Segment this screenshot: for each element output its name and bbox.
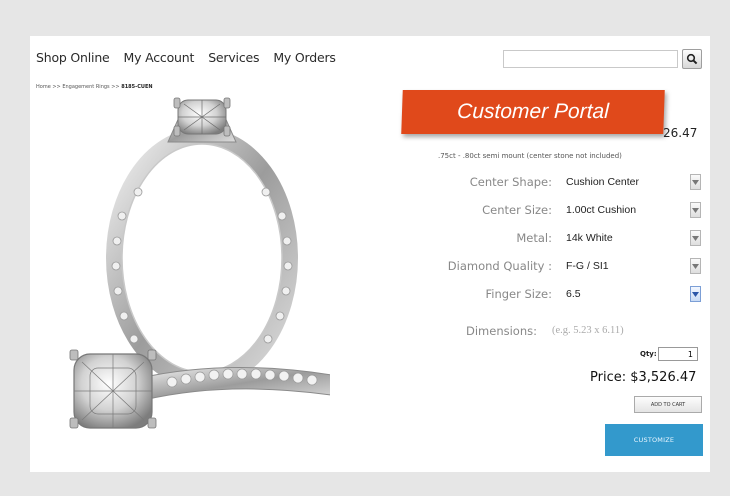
dropdown-arrow-icon[interactable] bbox=[690, 286, 701, 302]
nav-services[interactable]: Services bbox=[208, 50, 259, 65]
diamond-quality-select[interactable]: F-G / SI1 bbox=[566, 260, 609, 272]
search-input[interactable] bbox=[503, 50, 678, 68]
option-label: Center Shape: bbox=[469, 175, 552, 189]
dropdown-arrow-icon[interactable] bbox=[690, 174, 701, 190]
qty-input[interactable] bbox=[658, 347, 698, 361]
search-button[interactable] bbox=[682, 49, 702, 69]
add-to-cart-button[interactable]: ADD TO CART bbox=[634, 396, 702, 413]
product-panel: Shop Online My Account Services My Order… bbox=[30, 36, 710, 472]
breadcrumb: Home >> Engagement Rings >> 8185-CUEN bbox=[36, 84, 153, 90]
breadcrumb-section[interactable]: Engagement Rings bbox=[62, 84, 109, 90]
breadcrumb-home[interactable]: Home bbox=[36, 84, 51, 90]
dimensions-label: Dimensions: bbox=[466, 324, 537, 338]
option-center-size: Center Size: 1.00ct Cushion bbox=[410, 201, 708, 219]
nav-shop-online[interactable]: Shop Online bbox=[36, 50, 110, 65]
option-metal: Metal: 14k White bbox=[410, 229, 708, 247]
dropdown-arrow-icon[interactable] bbox=[690, 202, 701, 218]
nav-my-account[interactable]: My Account bbox=[124, 50, 195, 65]
breadcrumb-current: 8185-CUEN bbox=[121, 84, 153, 90]
dropdown-arrow-icon[interactable] bbox=[690, 258, 701, 274]
option-label: Metal: bbox=[516, 231, 552, 245]
search-icon bbox=[686, 53, 698, 65]
customer-portal-banner: Customer Portal bbox=[401, 90, 665, 134]
option-diamond-quality: Diamond Quality : F-G / SI1 bbox=[410, 257, 708, 275]
nav-my-orders[interactable]: My Orders bbox=[273, 50, 336, 65]
top-nav: Shop Online My Account Services My Order… bbox=[36, 50, 336, 65]
total-price: Price: $3,526.47 bbox=[590, 370, 697, 385]
dropdown-arrow-icon[interactable] bbox=[690, 230, 701, 246]
option-label: Center Size: bbox=[482, 203, 552, 217]
option-finger-size: Finger Size: 6.5 bbox=[410, 285, 708, 303]
ring-image bbox=[69, 97, 330, 429]
option-label: Finger Size: bbox=[485, 287, 552, 301]
customize-button[interactable]: CUSTOMIZE bbox=[605, 424, 703, 456]
finger-size-select[interactable]: 6.5 bbox=[566, 288, 581, 300]
metal-select[interactable]: 14k White bbox=[566, 232, 613, 244]
center-shape-select[interactable]: Cushion Center bbox=[566, 176, 639, 188]
center-size-select[interactable]: 1.00ct Cushion bbox=[566, 204, 636, 216]
product-price-partial: 26.47 bbox=[663, 126, 698, 140]
option-center-shape: Center Shape: Cushion Center bbox=[410, 173, 708, 191]
product-description: .75ct - .80ct semi mount (center stone n… bbox=[438, 152, 622, 160]
option-label: Diamond Quality : bbox=[447, 259, 552, 273]
qty-label: Qty: bbox=[640, 350, 657, 358]
dimensions-input[interactable]: (e.g. 5.23 x 6.11) bbox=[552, 325, 624, 336]
